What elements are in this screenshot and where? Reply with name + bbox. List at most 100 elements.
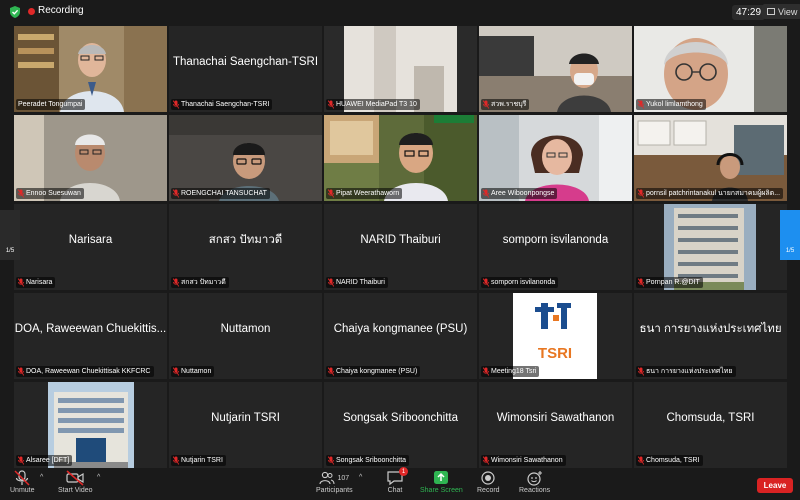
mic-muted-icon	[483, 278, 489, 287]
participant-label-text: Songsak Sriboonchitta	[336, 457, 407, 464]
page-indicator-right: 1/5	[785, 248, 795, 254]
participant-tile[interactable]: Nuttamon Nuttamon	[169, 293, 322, 379]
mic-muted-icon	[638, 456, 644, 465]
video-options-caret-icon[interactable]: ^	[97, 474, 100, 481]
mic-muted-icon	[18, 367, 24, 376]
participant-display-name: Chomsuda, TSRI	[666, 412, 755, 424]
participant-tile[interactable]: Songsak Sriboonchitta Songsak Sriboonchit…	[324, 382, 477, 468]
mic-muted-icon	[328, 456, 334, 465]
view-label: View	[778, 6, 798, 17]
participant-name-label: สกสว ปัทมาวดี	[171, 277, 229, 288]
meeting-top-bar: Recording 47:29 View	[0, 0, 800, 24]
chat-badge: 1	[399, 467, 408, 476]
participant-name-label: Pornpan R.@DIT	[636, 277, 703, 288]
participant-name-label: Nuttamon	[171, 366, 215, 377]
participant-tile[interactable]: Chomsuda, TSRI Chomsuda, TSRI	[634, 382, 787, 468]
participant-tile[interactable]: Ennoo Suesuwan	[14, 115, 167, 201]
record-label: Record	[477, 487, 500, 494]
share-screen-button[interactable]: Share Screen	[420, 470, 463, 494]
participant-tile[interactable]: TSRI Meeting18 Tsri	[479, 293, 632, 379]
participant-name-label: Narisara	[16, 277, 56, 288]
start-video-button[interactable]: Start Video	[58, 470, 93, 494]
participants-caret-icon[interactable]: ^	[359, 474, 362, 481]
meeting-toolbar: Unmute ^ Start Video ^ 107 Participants …	[0, 467, 800, 500]
meeting-timer: 47:29	[732, 5, 766, 20]
participant-tile[interactable]: NARID Thaiburi NARID Thaiburi	[324, 204, 477, 290]
recording-label[interactable]: Recording	[38, 5, 84, 16]
mic-muted-icon	[173, 367, 179, 376]
participant-label-text: สกสว ปัทมาวดี	[181, 279, 226, 286]
participant-label-text: Ennoo Suesuwan	[26, 190, 81, 197]
participant-name-label: Wimonsiri Sawathanon	[481, 455, 566, 466]
participant-tile[interactable]: Pornpan R.@DIT	[634, 204, 787, 290]
participant-label-text: Pornpan R.@DIT	[646, 279, 700, 286]
participant-name-label: NARID Thaiburi	[326, 277, 388, 288]
mic-muted-icon	[328, 100, 334, 109]
participant-display-name: Nuttamon	[220, 323, 271, 335]
participants-button[interactable]: 107 Participants	[316, 470, 353, 494]
participant-tile[interactable]: HUAWEI MediaPad T3 10	[324, 26, 477, 112]
mic-muted-icon	[638, 100, 644, 109]
mic-muted-icon	[173, 100, 179, 109]
participant-display-name: NARID Thaiburi	[360, 234, 441, 246]
mic-muted-icon	[483, 189, 489, 198]
participant-tile[interactable]: Pipat Weerathaworn	[324, 115, 477, 201]
participant-display-name: Wimonsiri Sawathanon	[496, 412, 615, 424]
video-off-icon	[66, 470, 84, 486]
participant-label-text: Peeradet Tongumpai	[18, 101, 83, 108]
participant-name-label: Chomsuda, TSRI	[636, 455, 703, 466]
participant-label-text: Wimonsiri Sawathanon	[491, 457, 563, 464]
participant-tile[interactable]: Alsaree [DFT]	[14, 382, 167, 468]
participants-label: Participants	[316, 487, 353, 494]
participant-tile[interactable]: Aree Wiboonpongse	[479, 115, 632, 201]
share-screen-label: Share Screen	[420, 487, 463, 494]
participant-tile[interactable]: DOA, Raweewan Chuekittis... DOA, Raweewan…	[14, 293, 167, 379]
audio-options-caret-icon[interactable]: ^	[40, 474, 43, 481]
start-video-label: Start Video	[58, 487, 93, 494]
participant-tile[interactable]: pornsil patchrintanakul นายกสมาคมผู้ผลิต…	[634, 115, 787, 201]
participant-tile[interactable]: ROENGCHAI TANSUCHAT	[169, 115, 322, 201]
mic-muted-icon	[638, 367, 644, 376]
participant-display-name: Chaiya kongmanee (PSU)	[333, 323, 468, 335]
participant-name-label: Peeradet Tongumpai	[16, 99, 86, 110]
unmute-label: Unmute	[10, 487, 35, 494]
reactions-button[interactable]: Reactions	[519, 470, 550, 494]
page-indicator-left: 1/5	[5, 248, 15, 254]
mic-muted-icon	[328, 367, 334, 376]
mic-muted-icon	[328, 278, 334, 287]
participant-name-label: Songsak Sriboonchitta	[326, 455, 410, 466]
mic-muted-icon	[638, 278, 644, 287]
participant-name-label: HUAWEI MediaPad T3 10	[326, 99, 420, 110]
participant-tile[interactable]: ธนา การยางแห่งประเทศไทย ธนา การยางแห่งประ…	[634, 293, 787, 379]
participant-tile[interactable]: somporn isvilanonda somporn isvilanonda	[479, 204, 632, 290]
unmute-button[interactable]: Unmute	[10, 470, 35, 494]
chat-button[interactable]: 1 Chat	[384, 467, 408, 494]
participant-name-label: Chaiya kongmanee (PSU)	[326, 366, 421, 377]
view-button[interactable]: View	[762, 4, 800, 19]
participant-tile[interactable]: Wimonsiri Sawathanon Wimonsiri Sawathanon	[479, 382, 632, 468]
next-page-button[interactable]: 1/5	[780, 210, 800, 260]
participant-tile[interactable]: Yukol limlamthong	[634, 26, 787, 112]
participant-tile[interactable]: สวพ.ราชบุรี	[479, 26, 632, 112]
people-icon	[319, 471, 335, 485]
participant-name-label: ROENGCHAI TANSUCHAT	[171, 188, 270, 199]
participant-display-name: somporn isvilanonda	[502, 234, 609, 246]
record-button[interactable]: Record	[477, 470, 500, 494]
participant-display-name: สกสว ปัทมาวดี	[208, 234, 283, 246]
shield-check-icon[interactable]	[8, 5, 22, 19]
participant-label-text: Pipat Weerathaworn	[336, 190, 400, 197]
participant-label-text: Alsaree [DFT]	[26, 457, 70, 464]
leave-button[interactable]: Leave	[757, 478, 793, 493]
participant-tile[interactable]: Chaiya kongmanee (PSU) Chaiya kongmanee (…	[324, 293, 477, 379]
participant-tile[interactable]: Peeradet Tongumpai	[14, 26, 167, 112]
participant-label-text: Meeting18 Tsri	[491, 368, 537, 375]
participant-tile[interactable]: Nutjarin TSRI Nutjarin TSRI	[169, 382, 322, 468]
participant-tile[interactable]: Narisara Narisara	[14, 204, 167, 290]
participant-name-label: ธนา การยางแห่งประเทศไทย	[636, 366, 736, 377]
participant-tile[interactable]: Thanachai Saengchan-TSRI Thanachai Saengc…	[169, 26, 322, 112]
share-arrow-icon	[434, 471, 449, 484]
participant-label-text: Aree Wiboonpongse	[491, 190, 555, 197]
participant-label-text: Yukol limlamthong	[646, 101, 703, 108]
previous-page-button[interactable]: 1/5	[0, 210, 20, 260]
participant-tile[interactable]: สกสว ปัทมาวดี สกสว ปัทมาวดี	[169, 204, 322, 290]
